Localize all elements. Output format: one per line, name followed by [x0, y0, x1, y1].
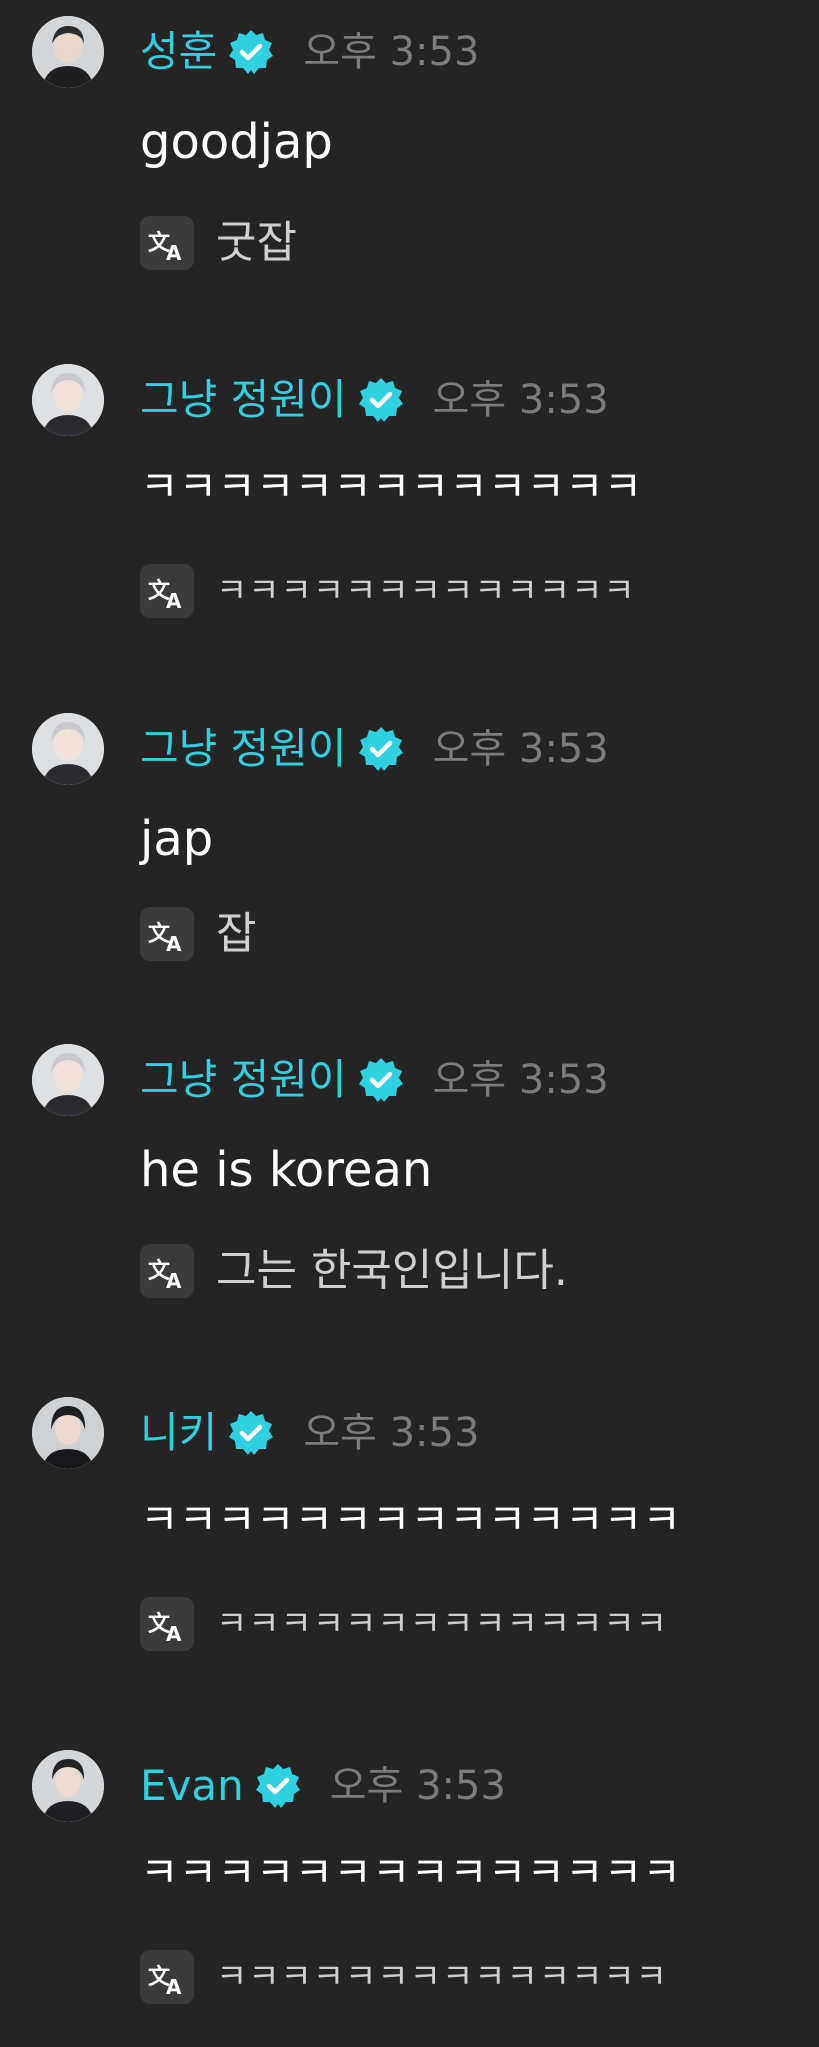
message-header: 성훈 오후 3:53: [140, 16, 479, 88]
avatar-image: [32, 713, 104, 785]
message-header: 니키 오후 3:53: [140, 1397, 479, 1469]
timestamp: 오후 3:53: [303, 1410, 480, 1456]
timestamp: 오후 3:53: [329, 1763, 506, 1809]
translate-icon[interactable]: 文 A: [140, 1950, 194, 2004]
translation-row: 文 A ㅋㅋㅋㅋㅋㅋㅋㅋㅋㅋㅋㅋㅋ: [140, 564, 636, 618]
translate-icon[interactable]: 文 A: [140, 564, 194, 618]
translation-text: ㅋㅋㅋㅋㅋㅋㅋㅋㅋㅋㅋㅋㅋㅋ: [216, 1957, 668, 1997]
avatar[interactable]: [32, 1750, 104, 1822]
timestamp: 오후 3:53: [432, 1057, 609, 1103]
svg-text:A: A: [166, 1622, 182, 1646]
timestamp: 오후 3:53: [432, 726, 609, 772]
avatar[interactable]: [32, 713, 104, 785]
username[interactable]: Evan: [140, 1765, 244, 1807]
translation-row: 文 A ㅋㅋㅋㅋㅋㅋㅋㅋㅋㅋㅋㅋㅋㅋ: [140, 1950, 668, 2004]
avatar-image: [32, 1044, 104, 1116]
message-header: 그냥 정원이 오후 3:53: [140, 364, 609, 436]
translation-row: 文 A 굿잡: [140, 216, 297, 270]
translation-text: ㅋㅋㅋㅋㅋㅋㅋㅋㅋㅋㅋㅋㅋ: [216, 571, 636, 611]
avatar[interactable]: [32, 16, 104, 88]
message-header: Evan 오후 3:53: [140, 1750, 506, 1822]
svg-text:A: A: [166, 932, 182, 956]
verified-badge-icon: [255, 1764, 300, 1808]
username[interactable]: 성훈: [140, 31, 217, 73]
translation-text: 굿잡: [216, 217, 297, 268]
svg-text:A: A: [166, 589, 182, 613]
translation-text: 잡: [216, 908, 257, 959]
translate-icon[interactable]: 文 A: [140, 1597, 194, 1651]
svg-text:A: A: [166, 1269, 182, 1293]
verified-badge-icon: [358, 1058, 403, 1102]
avatar-image: [32, 1750, 104, 1822]
avatar[interactable]: [32, 1044, 104, 1116]
message-text: ㅋㅋㅋㅋㅋㅋㅋㅋㅋㅋㅋㅋㅋㅋ: [140, 1495, 681, 1544]
message-header: 그냥 정원이 오후 3:53: [140, 1044, 609, 1116]
avatar-image: [32, 364, 104, 436]
username[interactable]: 그냥 정원이: [140, 1059, 347, 1101]
svg-text:A: A: [166, 1975, 182, 1999]
message-text: ㅋㅋㅋㅋㅋㅋㅋㅋㅋㅋㅋㅋㅋ: [140, 462, 643, 511]
translation-text: ㅋㅋㅋㅋㅋㅋㅋㅋㅋㅋㅋㅋㅋㅋ: [216, 1604, 668, 1644]
message-text: jap: [140, 811, 214, 867]
timestamp: 오후 3:53: [432, 377, 609, 423]
message-text: he is korean: [140, 1142, 433, 1198]
verified-badge-icon: [358, 378, 403, 422]
translation-text: 그는 한국인입니다.: [216, 1245, 568, 1296]
translate-icon[interactable]: 文 A: [140, 907, 194, 961]
translate-icon[interactable]: 文 A: [140, 216, 194, 270]
avatar-image: [32, 1397, 104, 1469]
avatar[interactable]: [32, 1397, 104, 1469]
message-text: ㅋㅋㅋㅋㅋㅋㅋㅋㅋㅋㅋㅋㅋㅋ: [140, 1848, 681, 1897]
username[interactable]: 그냥 정원이: [140, 379, 347, 421]
message-text: goodjap: [140, 114, 333, 170]
verified-badge-icon: [358, 727, 403, 771]
avatar-image: [32, 16, 104, 88]
verified-badge-icon: [229, 1411, 274, 1455]
translation-row: 文 A 잡: [140, 907, 256, 961]
translation-row: 文 A 그는 한국인입니다.: [140, 1244, 568, 1298]
svg-text:A: A: [166, 241, 182, 265]
translate-icon[interactable]: 文 A: [140, 1244, 194, 1298]
avatar[interactable]: [32, 364, 104, 436]
username[interactable]: 그냥 정원이: [140, 728, 347, 770]
username[interactable]: 니키: [140, 1412, 217, 1454]
message-header: 그냥 정원이 오후 3:53: [140, 713, 609, 785]
timestamp: 오후 3:53: [303, 29, 480, 75]
translation-row: 文 A ㅋㅋㅋㅋㅋㅋㅋㅋㅋㅋㅋㅋㅋㅋ: [140, 1597, 668, 1651]
verified-badge-icon: [229, 30, 274, 74]
